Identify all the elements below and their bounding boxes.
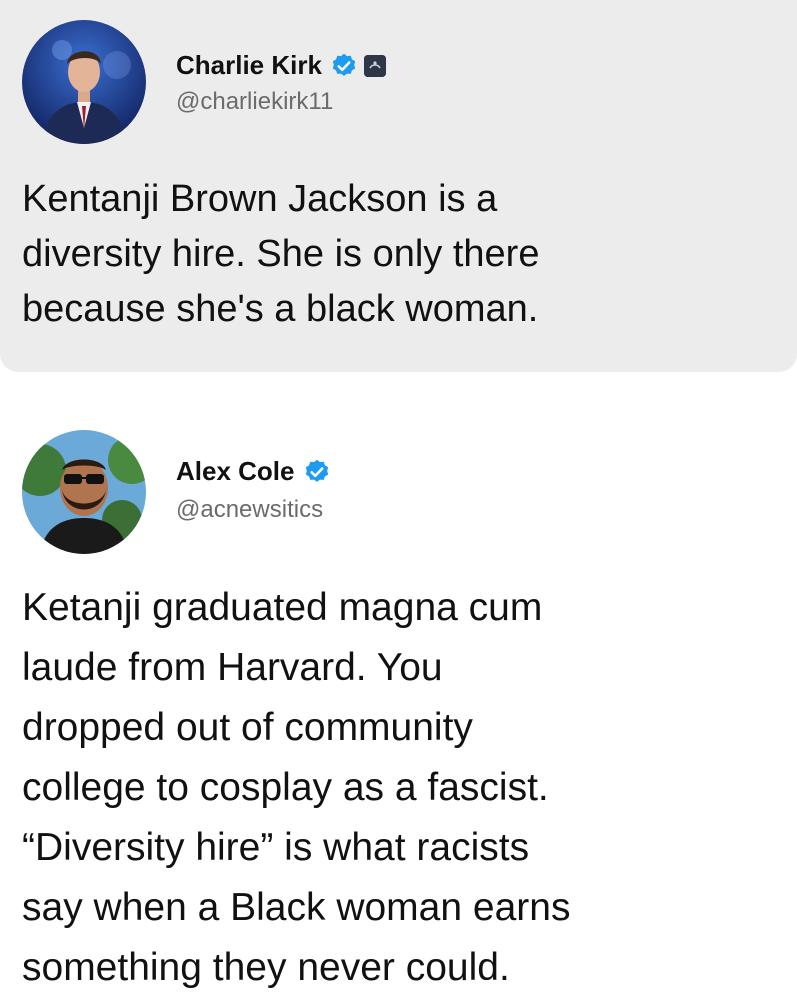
verified-badge-icon [330, 52, 358, 80]
tweet-card-2[interactable]: Alex Cole @acnewsitics Ketanji graduated… [0, 372, 797, 1000]
tweet-text: Ketanji graduated magna cum laude from H… [22, 586, 571, 989]
verified-badge-icon [303, 458, 331, 486]
user-handle[interactable]: @acnewsitics [176, 496, 323, 524]
avatar-alex-cole[interactable] [22, 430, 146, 554]
display-name[interactable]: Alex Cole [176, 456, 295, 487]
display-name[interactable]: Charlie Kirk [176, 50, 322, 81]
affiliation-badge-icon [363, 54, 386, 77]
avatar-charlie-kirk[interactable] [22, 20, 146, 144]
user-handle[interactable]: @charliekirk11 [176, 88, 333, 116]
tweet-text: Kentanji Brown Jackson is a diversity hi… [22, 178, 540, 330]
tweet-card-1[interactable]: Charlie Kirk @charliekirk11 Kentanji Bro… [0, 0, 797, 372]
